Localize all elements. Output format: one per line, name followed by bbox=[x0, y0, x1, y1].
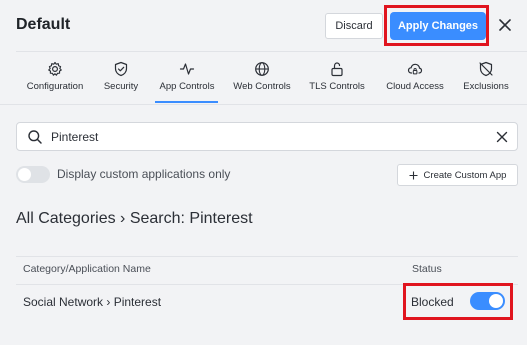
breadcrumb: All Categories › Search: Pinterest bbox=[16, 210, 253, 227]
close-icon[interactable] bbox=[496, 16, 514, 34]
tab-label: Web Controls bbox=[233, 81, 291, 92]
column-header-status: Status bbox=[412, 263, 442, 275]
tabs-divider bbox=[0, 104, 527, 105]
tab-exclusions[interactable]: Exclusions bbox=[459, 56, 513, 102]
tab-label: App Controls bbox=[159, 81, 215, 92]
tab-cloud-access[interactable]: Cloud Access bbox=[379, 56, 451, 102]
tab-label: Configuration bbox=[26, 81, 84, 92]
unlock-icon bbox=[329, 61, 345, 77]
tab-web-controls[interactable]: Web Controls bbox=[229, 56, 295, 102]
active-tab-indicator bbox=[155, 101, 218, 103]
plus-icon bbox=[409, 171, 418, 180]
cloud-lock-icon bbox=[407, 61, 423, 77]
panel-header: Default Discard Apply Changes bbox=[0, 0, 527, 52]
tab-security[interactable]: Security bbox=[96, 56, 146, 102]
tab-bar: Configuration Security App Controls Web … bbox=[0, 56, 527, 104]
apply-changes-highlight bbox=[384, 5, 489, 46]
custom-apps-toggle[interactable] bbox=[16, 166, 50, 183]
tab-label: Exclusions bbox=[463, 81, 509, 92]
shield-off-icon bbox=[478, 61, 494, 77]
column-header-name: Category/Application Name bbox=[23, 263, 151, 275]
activity-icon bbox=[179, 61, 195, 77]
tab-label: Security bbox=[103, 81, 139, 92]
tab-app-controls[interactable]: App Controls bbox=[153, 56, 221, 102]
status-highlight bbox=[403, 283, 513, 320]
tab-label: Cloud Access bbox=[386, 81, 444, 92]
table-row-name: Social Network › Pinterest bbox=[23, 295, 162, 309]
globe-icon bbox=[254, 61, 270, 77]
create-custom-app-button[interactable]: Create Custom App bbox=[397, 164, 518, 186]
clear-search-icon[interactable] bbox=[495, 130, 509, 144]
table-divider bbox=[16, 256, 518, 257]
toggle-knob bbox=[18, 168, 31, 181]
search-input[interactable]: Pinterest bbox=[16, 122, 518, 151]
search-icon bbox=[27, 129, 43, 145]
panel-title: Default bbox=[16, 16, 71, 33]
tab-tls-controls[interactable]: TLS Controls bbox=[304, 56, 370, 102]
header-divider bbox=[16, 51, 527, 52]
gear-icon bbox=[47, 61, 63, 77]
tab-configuration[interactable]: Configuration bbox=[17, 56, 93, 102]
tab-label: TLS Controls bbox=[309, 81, 365, 92]
create-custom-app-label: Create Custom App bbox=[423, 169, 507, 181]
search-value: Pinterest bbox=[51, 130, 99, 144]
discard-button[interactable]: Discard bbox=[325, 13, 383, 39]
custom-apps-toggle-label: Display custom applications only bbox=[57, 167, 231, 181]
shield-check-icon bbox=[113, 61, 129, 77]
